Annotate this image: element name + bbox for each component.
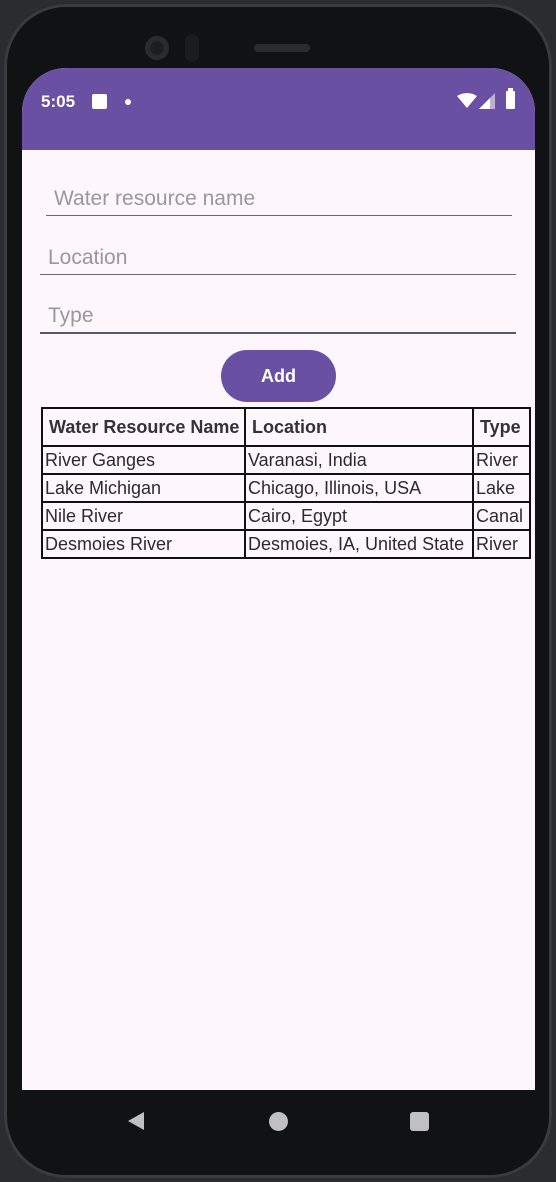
cell-type: Lake <box>472 473 531 503</box>
water-resource-name-input[interactable]: Water resource name <box>46 182 512 216</box>
table-row: Nile River Cairo, Egypt Canal <box>41 501 531 531</box>
status-time: 5:05 <box>41 92 76 111</box>
status-bar: 5:05 <box>22 68 535 150</box>
table-row: Desmoies River Desmoies, IA, United Stat… <box>41 529 531 559</box>
header-location: Location <box>244 407 474 447</box>
cell-name: Desmoies River <box>41 529 246 559</box>
cell-name: Lake Michigan <box>41 473 246 503</box>
cell-name: Nile River <box>41 501 246 531</box>
location-placeholder: Location <box>48 246 128 269</box>
cell-type: River <box>472 529 531 559</box>
app-screen: 5:05 Water resource name Location Type A… <box>22 68 535 1090</box>
add-button[interactable]: Add <box>221 350 336 402</box>
recents-icon[interactable] <box>410 1112 429 1131</box>
front-camera <box>145 36 169 60</box>
proximity-sensor <box>185 34 199 62</box>
water-resources-table: Water Resource Name Location Type River … <box>41 407 531 559</box>
notification-dot-icon <box>125 99 131 105</box>
navigation-bar <box>22 1090 535 1152</box>
header-water-resource-name: Water Resource Name <box>41 407 246 447</box>
cell-type: River <box>472 445 531 475</box>
wifi-icon <box>457 93 477 108</box>
header-type: Type <box>472 407 531 447</box>
table-row: River Ganges Varanasi, India River <box>41 445 531 475</box>
cell-location: Varanasi, India <box>244 445 474 475</box>
notification-square-icon <box>92 94 107 109</box>
table-header-row: Water Resource Name Location Type <box>41 407 531 447</box>
cell-name: River Ganges <box>41 445 246 475</box>
back-icon[interactable] <box>126 1110 146 1132</box>
table-row: Lake Michigan Chicago, Illinois, USA Lak… <box>41 473 531 503</box>
type-input[interactable]: Type <box>40 299 516 334</box>
water-resource-name-placeholder: Water resource name <box>54 187 256 210</box>
earpiece-speaker <box>254 44 310 52</box>
type-placeholder: Type <box>48 304 94 327</box>
signal-icon <box>479 93 495 109</box>
location-input[interactable]: Location <box>40 240 516 275</box>
home-icon[interactable] <box>269 1112 288 1131</box>
cell-location: Cairo, Egypt <box>244 501 474 531</box>
cell-location: Desmoies, IA, United State <box>244 529 474 559</box>
cell-location: Chicago, Illinois, USA <box>244 473 474 503</box>
cell-type: Canal <box>472 501 531 531</box>
battery-icon <box>506 88 515 109</box>
